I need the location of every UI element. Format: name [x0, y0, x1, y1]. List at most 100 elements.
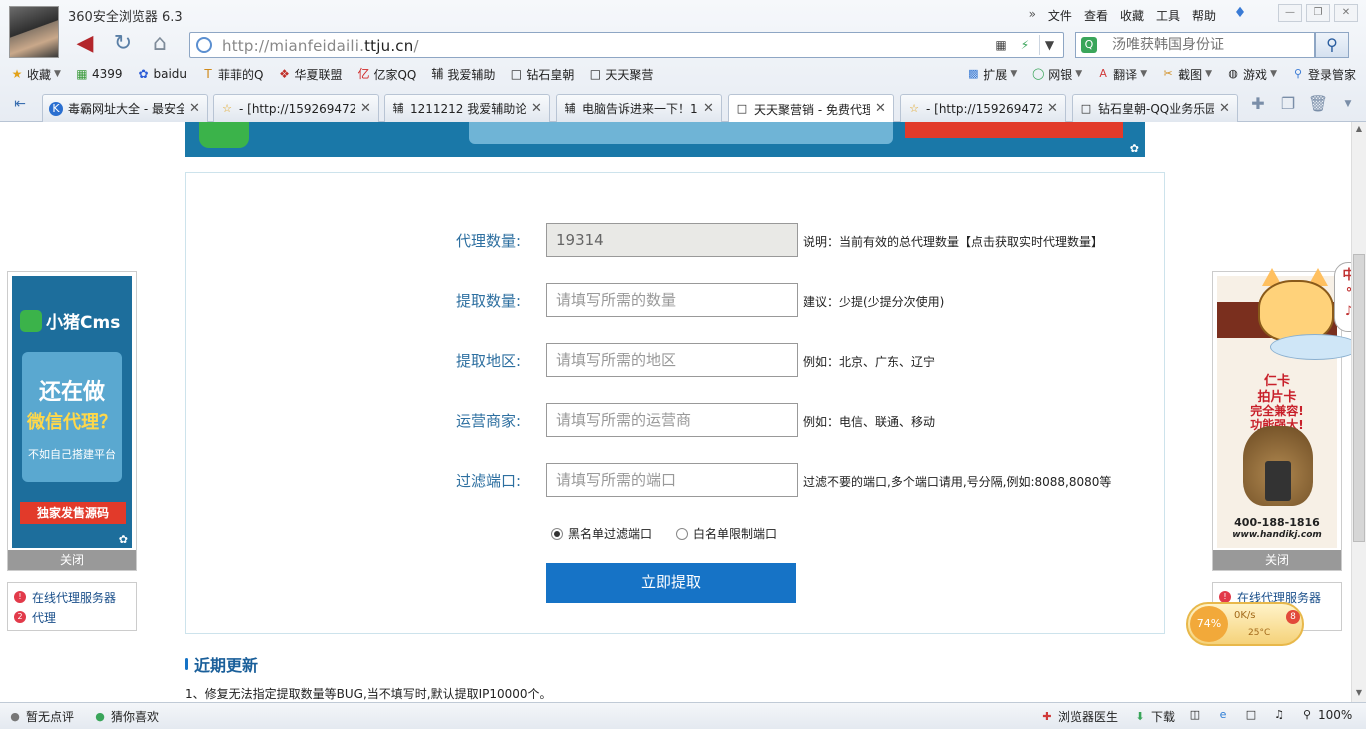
translate-button[interactable]: A 翻译 ▼: [1096, 66, 1147, 83]
qrcode-icon[interactable]: ▦: [991, 35, 1011, 55]
fav-woaifuzhu[interactable]: 辅我爱辅助: [430, 66, 495, 83]
tab-woaifuzhu[interactable]: 辅 1211212 我爱辅助论坛 ✕: [384, 94, 550, 122]
fav-zuanshi[interactable]: □ 钻石皇朝: [509, 66, 575, 83]
zoom-control[interactable]: ⚲ 100%: [1300, 708, 1352, 722]
speed-mode-icon[interactable]: ⚡: [1015, 35, 1035, 55]
close-ad-button[interactable]: 关闭: [1213, 550, 1341, 570]
search-engine-icon[interactable]: Q: [1081, 37, 1097, 53]
login-manager-button[interactable]: ⚲ 登录管家: [1291, 66, 1356, 83]
radio-dot[interactable]: [676, 527, 689, 540]
tab-bar: ⇤ K 毒霸网址大全 - 最安全 ✕ ☆ - [http://1592694728 ✕ …: [0, 90, 1366, 123]
left-ad-image[interactable]: 小猪Cms 还在做 微信代理？ 不如自己搭建平台 独家发售源码 ✿: [12, 276, 132, 548]
close-window-button[interactable]: ✕: [1334, 4, 1358, 22]
fav-huaxia[interactable]: ❖ 华夏联盟: [277, 66, 342, 83]
ie-mode-button[interactable]: e: [1216, 708, 1230, 722]
restore-button[interactable]: ❐: [1306, 4, 1330, 22]
banner-logo: [199, 122, 249, 148]
total-hint[interactable]: 说明：当前有效的总代理数量【点击获取实时代理数量】: [803, 233, 1103, 250]
vertical-scrollbar[interactable]: ▲ ▼: [1351, 122, 1366, 702]
menu-view[interactable]: 查看: [1084, 7, 1108, 24]
fav-label: 菲菲的Q: [218, 67, 264, 82]
favorites-menu[interactable]: ★ 收藏 ▼: [10, 66, 61, 83]
fav-yijia[interactable]: 亿亿家QQ: [356, 66, 416, 83]
close-icon[interactable]: ✕: [531, 101, 543, 116]
close-ad-button[interactable]: 关闭: [8, 550, 136, 570]
region-input[interactable]: 请填写所需的地区: [546, 343, 798, 377]
count-input[interactable]: 请填写所需的数量: [546, 283, 798, 317]
scroll-thumb[interactable]: [1353, 254, 1365, 542]
scroll-down-icon[interactable]: ▼: [1352, 688, 1366, 700]
link-text: 代理: [32, 610, 57, 625]
home-icon[interactable]: ⌂: [147, 32, 173, 56]
close-icon[interactable]: ✕: [703, 101, 715, 116]
window-controls: — ❐ ✕: [1278, 4, 1358, 22]
radio-dot-selected[interactable]: [551, 527, 563, 540]
screenshot-button[interactable]: ✂ 截图 ▼: [1161, 66, 1213, 83]
window-mode-button[interactable]: □: [1244, 708, 1258, 722]
bank-button[interactable]: ◯ 网银 ▼: [1031, 66, 1082, 83]
link-online-proxy[interactable]: ! 在线代理服务器: [14, 587, 130, 607]
tab-computer[interactable]: 辅电脑告诉进来一下！1 ✕: [556, 94, 722, 122]
port-label: 过滤端口:: [456, 472, 522, 490]
radio-blacklist[interactable]: 黑名单过滤端口: [551, 525, 652, 542]
mascot-cushion: [1270, 334, 1360, 360]
close-icon[interactable]: ✕: [1219, 101, 1231, 116]
minimize-button[interactable]: —: [1278, 4, 1302, 22]
chevron-down-icon[interactable]: ▼: [1336, 92, 1360, 116]
menu-help[interactable]: 帮助: [1192, 7, 1216, 24]
search-button[interactable]: ⚲: [1315, 32, 1349, 58]
fav-tiantian[interactable]: □ 天天聚营: [588, 66, 654, 83]
tab-zuanshi[interactable]: □ 钻石皇朝-QQ业务乐园 ✕: [1072, 94, 1238, 122]
tab-http-1[interactable]: ☆ - [http://1592694728 ✕: [213, 94, 379, 122]
volume-button[interactable]: ♫: [1272, 708, 1286, 722]
fav-feifei[interactable]: Т 菲菲的Q: [201, 66, 263, 83]
fav-baidu[interactable]: ✿ baidu: [136, 67, 187, 81]
port-input[interactable]: 请填写所需的端口: [546, 463, 798, 497]
menu-tools[interactable]: 工具: [1156, 7, 1180, 24]
site-security-icon[interactable]: [196, 37, 212, 53]
menu-more-icon[interactable]: »: [1029, 7, 1036, 24]
tab-http-2[interactable]: ☆ - [http://1592694728 ✕: [900, 94, 1066, 122]
fav-4399[interactable]: ▦ 4399: [75, 67, 122, 81]
games-button[interactable]: ◍ 游戏 ▼: [1226, 66, 1277, 83]
close-icon[interactable]: ✕: [189, 101, 201, 116]
address-bar[interactable]: http://mianfeidaili.ttju.cn/ ▦ ⚡ ▼: [189, 32, 1064, 58]
close-icon[interactable]: ✕: [875, 102, 887, 116]
back-icon[interactable]: ◀: [72, 32, 98, 56]
menu-file[interactable]: 文件: [1048, 7, 1072, 24]
guess-like-button[interactable]: ● 猜你喜欢: [93, 708, 159, 725]
top-banner-ad[interactable]: ✿: [185, 122, 1145, 157]
user-avatar[interactable]: [9, 6, 59, 58]
extensions-button[interactable]: ▩ 扩展 ▼: [966, 66, 1017, 83]
scroll-up-icon[interactable]: ▲: [1352, 124, 1366, 136]
isp-input[interactable]: 请填写所需的运营商: [546, 403, 798, 437]
cat-mascot[interactable]: 中 ° ♪: [1250, 262, 1365, 378]
tab-title: 钻石皇朝-QQ业务乐园: [1098, 102, 1214, 116]
close-icon[interactable]: ✕: [360, 101, 372, 116]
chevron-down-icon[interactable]: ▼: [1039, 35, 1059, 55]
new-tab-icon[interactable]: ✚: [1246, 92, 1270, 116]
search-input[interactable]: [1112, 37, 1308, 53]
close-icon[interactable]: ✕: [1047, 101, 1059, 116]
browser-doctor-button[interactable]: ✚ 浏览器医生: [1040, 708, 1118, 725]
extract-now-button[interactable]: 立即提取: [546, 563, 796, 603]
radio-whitelist[interactable]: 白名单限制端口: [676, 525, 777, 542]
trash-icon[interactable]: 🗑: [1306, 92, 1330, 116]
skin-shirt-icon[interactable]: ♦: [1230, 5, 1250, 23]
link-proxy[interactable]: 2 代理: [14, 607, 130, 627]
speed-weather-widget[interactable]: 74% 0K/s 25°C 8: [1186, 602, 1304, 646]
sidebar-toggle-icon[interactable]: ⇤: [10, 96, 30, 116]
restore-tab-icon[interactable]: ❐: [1276, 92, 1300, 116]
tab-tiantian-active[interactable]: □ 天天聚营销 - 免费代理 ✕: [728, 94, 894, 123]
download-button[interactable]: ⬇ 下载: [1133, 708, 1175, 725]
fav-label: 钻石皇朝: [526, 67, 575, 82]
menu-favorites[interactable]: 收藏: [1120, 7, 1144, 24]
guess-text: 猜你喜欢: [111, 710, 160, 724]
tab-duba[interactable]: K 毒霸网址大全 - 最安全 ✕: [42, 94, 208, 122]
compat-button[interactable]: ◫: [1188, 708, 1202, 722]
rating-button[interactable]: ● 暂无点评: [8, 708, 74, 725]
left-side-ad[interactable]: 小猪Cms 还在做 微信代理？ 不如自己搭建平台 独家发售源码 ✿ 关闭: [7, 271, 137, 571]
url-text[interactable]: http://mianfeidaili.ttju.cn/: [222, 37, 419, 55]
refresh-icon[interactable]: ↻: [110, 32, 136, 56]
radio-label: 黑名单过滤端口: [568, 527, 653, 541]
